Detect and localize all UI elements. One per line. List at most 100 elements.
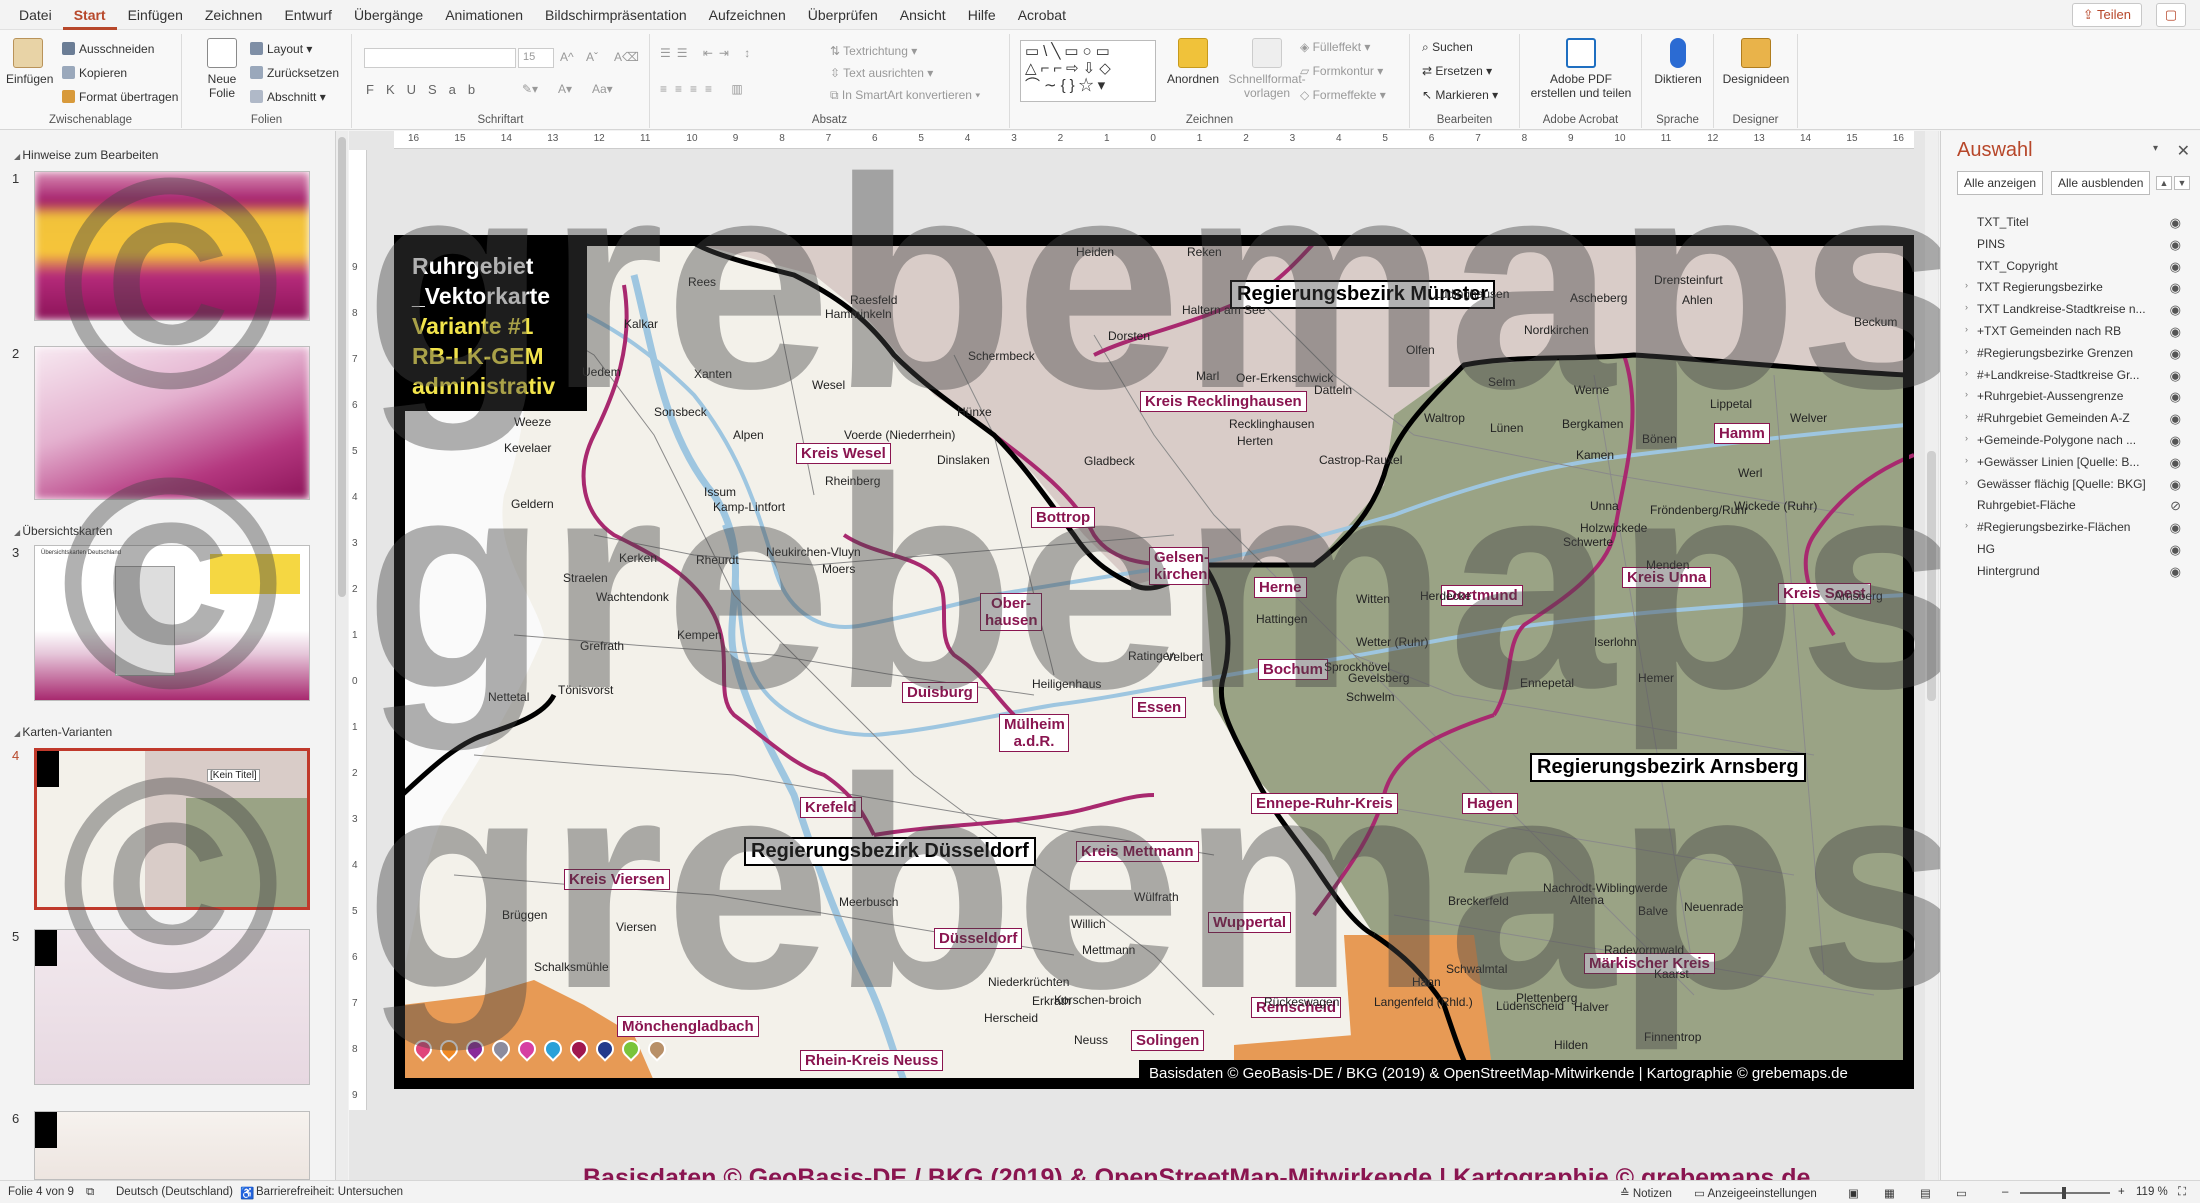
pane-options-chevron-icon[interactable]: ▾	[2153, 143, 2158, 154]
notes-button[interactable]: ≙ Notizen	[1620, 1186, 1672, 1200]
tab-datei[interactable]: Datei	[8, 0, 63, 30]
section-button[interactable]: Abschnitt ▾	[250, 90, 326, 104]
eye-icon[interactable]: ◉	[2170, 280, 2181, 296]
tab-acrobat[interactable]: Acrobat	[1007, 0, 1077, 30]
slide-thumbnail-5[interactable]	[34, 929, 310, 1085]
slide-4[interactable]: Ruhrgebiet _Vektorkarte Variante #1 RB-L…	[394, 235, 1914, 1089]
alignment-buttons[interactable]: ≡≡≡≡ ▥	[660, 82, 751, 96]
dictate-button[interactable]: Diktieren	[1648, 38, 1708, 86]
rb-label-duesseldorf[interactable]: Regierungsbezirk Düsseldorf	[744, 837, 1036, 866]
layout-button[interactable]: Layout ▾	[250, 42, 312, 56]
slideshow-icon[interactable]: ▭	[1956, 1186, 1967, 1200]
eye-icon[interactable]: ◉	[2170, 389, 2181, 405]
replace-button[interactable]: ⇄ Ersetzen ▾	[1422, 64, 1492, 78]
map-title-box[interactable]: Ruhrgebiet _Vektorkarte Variante #1 RB-L…	[402, 243, 587, 411]
tab-einfuegen[interactable]: Einfügen	[117, 0, 194, 30]
selection-pane-item[interactable]: TXT_Copyright ◉	[1977, 259, 2187, 274]
eye-icon[interactable]: ◉	[2170, 302, 2181, 318]
canvas-scrollbar-thumb[interactable]	[1927, 451, 1936, 701]
zoom-level[interactable]: 119 %	[2136, 1186, 2168, 1198]
section-hinweise[interactable]: Hinweise zum Bearbeiten	[14, 148, 158, 162]
selection-pane-item[interactable]: HG ◉	[1977, 542, 2187, 558]
kreis-label-herne[interactable]: Herne	[1254, 577, 1307, 598]
shape-outline-button[interactable]: ▱ Formkontur ▾	[1300, 64, 1383, 78]
selection-pane-item[interactable]: › #+Landkreise-Stadtkreise Gr... ◉	[1965, 368, 2187, 383]
expand-icon[interactable]: ›	[1965, 389, 1968, 399]
eye-icon[interactable]: ◉	[2170, 542, 2181, 558]
design-ideas-button[interactable]: Designideen	[1720, 38, 1792, 86]
slide-thumbnail-4[interactable]: [Kein Titel]	[34, 748, 310, 910]
shapes-gallery[interactable]: ▭\╲▭○▭ △⌐⌐⇨⇩◇ ⌒∼{}☆▾	[1020, 40, 1156, 102]
language-indicator[interactable]: Deutsch (Deutschland)	[116, 1186, 233, 1198]
highlight-color-button[interactable]: ✎▾	[522, 82, 538, 96]
tab-bildschirmpraesentation[interactable]: Bildschirmpräsentation	[534, 0, 698, 30]
new-slide-button[interactable]: Neue Folie	[202, 38, 242, 100]
bring-forward-icon[interactable]: ▲	[2156, 176, 2172, 190]
kreis-label-muelheim[interactable]: Mülheim a.d.R.	[999, 714, 1069, 752]
quick-styles-button[interactable]: Schnellformat-vorlagen	[1222, 38, 1312, 100]
tab-aufzeichnen[interactable]: Aufzeichnen	[698, 0, 797, 30]
expand-icon[interactable]: ›	[1965, 346, 1968, 356]
expand-icon[interactable]: ›	[1965, 520, 1968, 530]
slide-thumbnail-1[interactable]	[34, 171, 310, 321]
kreis-label-mettmann[interactable]: Kreis Mettmann	[1076, 841, 1199, 862]
slide-thumbnail-6[interactable]	[34, 1111, 310, 1180]
spellcheck-icon[interactable]: ⧉	[86, 1186, 94, 1199]
eye-icon[interactable]: ◉	[2170, 455, 2181, 471]
shrink-font-button[interactable]: Aˇ	[586, 50, 598, 64]
kreis-label-krefeld[interactable]: Krefeld	[800, 797, 862, 818]
selection-pane-item[interactable]: › +Ruhrgebiet-Aussengrenze ◉	[1965, 389, 2187, 405]
kreis-label-ennepe-ruhr[interactable]: Ennepe-Ruhr-Kreis	[1251, 793, 1398, 814]
shape-fill-button[interactable]: ◈ Fülleffekt ▾	[1300, 40, 1370, 54]
selection-pane-item[interactable]: › #Regierungsbezirke Grenzen ◉	[1965, 346, 2187, 361]
kreis-label-moenchengladbach[interactable]: Mönchengladbach	[617, 1016, 759, 1037]
fit-slide-icon[interactable]: ⛶	[2178, 1186, 2186, 1199]
kreis-label-duesseldorf[interactable]: Düsseldorf	[934, 928, 1023, 949]
slide-sorter-icon[interactable]: ▦	[1884, 1186, 1895, 1200]
accessibility-status[interactable]: Barrierefreiheit: Untersuchen	[256, 1186, 403, 1198]
section-uebersichtskarten[interactable]: Übersichtskarten	[14, 524, 112, 538]
normal-view-icon[interactable]: ▣	[1848, 1186, 1859, 1200]
kreis-label-bochum[interactable]: Bochum	[1258, 659, 1328, 680]
tab-ueberpruefen[interactable]: Überprüfen	[797, 0, 889, 30]
reading-view-icon[interactable]: ▤	[1920, 1186, 1931, 1200]
canvas-scrollbar[interactable]	[1925, 131, 1938, 1180]
cut-button[interactable]: Ausschneiden	[62, 42, 154, 56]
reset-button[interactable]: Zurücksetzen	[250, 66, 339, 80]
expand-icon[interactable]: ›	[1965, 280, 1968, 290]
expand-icon[interactable]: ›	[1965, 433, 1968, 443]
show-all-button[interactable]: Alle anzeigen	[1957, 171, 2044, 195]
tab-ansicht[interactable]: Ansicht	[889, 0, 957, 30]
expand-icon[interactable]: ›	[1965, 477, 1968, 487]
selection-pane-item[interactable]: › #Ruhrgebiet Gemeinden A-Z ◉	[1965, 411, 2187, 426]
eye-icon[interactable]: ◉	[2170, 477, 2181, 493]
comments-button[interactable]: ▢	[2156, 3, 2186, 27]
expand-icon[interactable]: ›	[1965, 324, 1968, 334]
selection-pane-item[interactable]: › +Gewässer Linien [Quelle: B... ◉	[1965, 455, 2187, 471]
selection-pane-item[interactable]: › +Gemeinde-Polygone nach ... ◉	[1965, 433, 2187, 449]
selection-pane-item[interactable]: Ruhrgebiet-Fläche ⊘	[1977, 498, 2187, 513]
smartart-button[interactable]: ⧉ In SmartArt konvertieren ▾	[830, 88, 980, 103]
kreis-label-viersen[interactable]: Kreis Viersen	[564, 869, 670, 890]
kreis-label-duisburg[interactable]: Duisburg	[902, 682, 978, 703]
eye-icon[interactable]: ◉	[2170, 520, 2181, 536]
eye-icon[interactable]: ◉	[2170, 324, 2181, 340]
rb-label-arnsberg[interactable]: Regierungsbezirk Arnsberg	[1530, 753, 1806, 782]
kreis-label-solingen[interactable]: Solingen	[1131, 1030, 1205, 1051]
kreis-label-gelsenkirchen[interactable]: Gelsen-kirchen	[1149, 547, 1209, 585]
create-pdf-button[interactable]: Adobe PDF erstellen und teilen	[1522, 38, 1640, 100]
kreis-label-hamm[interactable]: Hamm	[1714, 423, 1770, 444]
send-backward-icon[interactable]: ▼	[2174, 176, 2190, 190]
thumbnail-scrollbar[interactable]	[336, 131, 348, 1180]
eye-icon[interactable]: ◉	[2170, 215, 2181, 231]
align-text-button[interactable]: ⇳ Text ausrichten ▾	[830, 66, 933, 80]
font-format-row[interactable]: FKUSab	[366, 82, 487, 97]
selection-pane-item[interactable]: TXT_Titel ◉	[1977, 215, 2187, 231]
tab-zeichnen[interactable]: Zeichnen	[194, 0, 274, 30]
selection-pane-item[interactable]: › #Regierungsbezirke-Flächen ◉	[1965, 520, 2187, 536]
kreis-label-bottrop[interactable]: Bottrop	[1031, 507, 1096, 528]
eye-icon[interactable]: ◉	[2170, 433, 2181, 449]
expand-icon[interactable]: ›	[1965, 368, 1968, 378]
selection-pane-item[interactable]: PINS ◉	[1977, 237, 2187, 252]
kreis-label-recklinghausen[interactable]: Kreis Recklinghausen	[1140, 391, 1307, 412]
